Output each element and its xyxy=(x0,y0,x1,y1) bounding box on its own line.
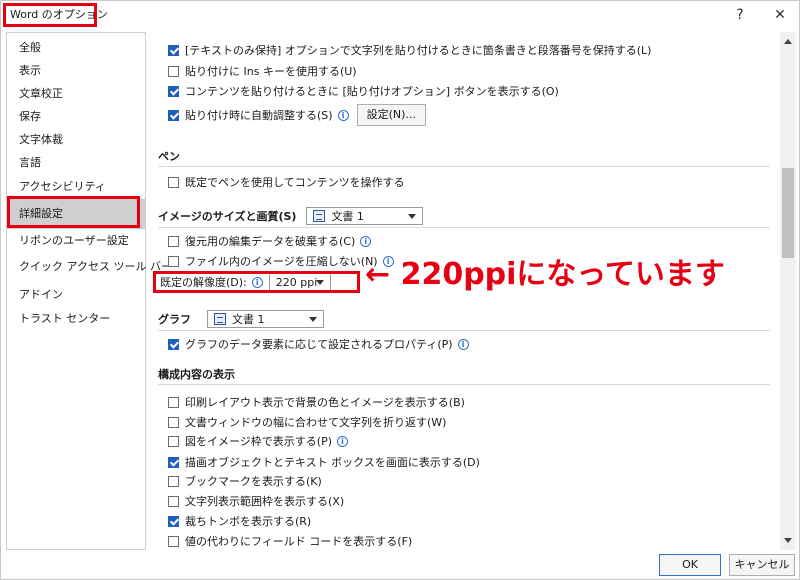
option-label: コンテンツを貼り付けるときに [貼り付けオプション] ボタンを表示する(O) xyxy=(185,85,559,98)
section-heading-pen: ペン xyxy=(158,150,180,163)
option-label: 文書ウィンドウの幅に合わせて文字列を折り返す(W) xyxy=(185,416,447,429)
option-label: 貼り付け時に自動調整する(S) xyxy=(185,109,333,122)
scrollbar-thumb[interactable] xyxy=(782,168,794,258)
graph-document-dropdown[interactable]: 文書 1 xyxy=(207,310,324,328)
sidebar-item-save[interactable]: 保存 xyxy=(7,105,145,128)
cancel-button[interactable]: キャンセル xyxy=(729,554,795,576)
info-icon: i xyxy=(337,435,348,447)
sidebar-item-general[interactable]: 全般 xyxy=(7,36,145,59)
section-divider xyxy=(158,330,770,331)
word-document-icon xyxy=(313,210,326,222)
option-drawings-textboxes[interactable]: 描画オブジェクトとテキスト ボックスを画面に表示する(D) xyxy=(168,453,480,471)
option-wrap-text[interactable]: 文書ウィンドウの幅に合わせて文字列を折り返す(W) xyxy=(168,413,446,431)
sidebar-item-typography[interactable]: 文字体裁 xyxy=(7,128,145,151)
info-icon: i xyxy=(360,235,372,247)
checkbox[interactable] xyxy=(168,235,179,247)
settings-button[interactable]: 設定(N)... xyxy=(356,104,426,126)
checkbox[interactable] xyxy=(168,416,179,428)
option-label: ブックマークを表示する(K) xyxy=(185,475,322,488)
checkbox[interactable] xyxy=(168,176,179,188)
section-heading-label: グラフ xyxy=(158,313,191,326)
option-show-paste-button[interactable]: コンテンツを貼り付けるときに [貼り付けオプション] ボタンを表示する(O) xyxy=(168,82,559,100)
image-size-document-dropdown[interactable]: 文書 1 xyxy=(306,207,424,225)
chevron-down-icon xyxy=(408,214,417,219)
option-label: 値の代わりにフィールド コードを表示する(F) xyxy=(185,535,413,548)
option-label: [テキストのみ保持] オプションで文字列を貼り付けるときに箇条書きと段落番号を保… xyxy=(185,44,652,57)
option-text-boundaries[interactable]: 文字列表示範囲枠を表示する(X) xyxy=(168,492,344,510)
sidebar-item-quick-access-toolbar[interactable]: クイック アクセス ツール バー xyxy=(7,255,172,278)
section-heading-graph: グラフ 文書 1 xyxy=(158,310,324,328)
option-label: 裁ちトンボを表示する(R) xyxy=(185,515,312,528)
checkbox[interactable] xyxy=(168,255,179,267)
sidebar-item-display[interactable]: 表示 xyxy=(7,59,145,82)
option-auto-adjust[interactable]: 貼り付け時に自動調整する(S) i 設定(N)... xyxy=(168,104,426,126)
section-divider xyxy=(158,384,770,385)
dialog-title: Word のオプション xyxy=(3,3,108,27)
option-ins-key[interactable]: 貼り付けに Ins キーを使用する(U) xyxy=(168,62,357,80)
option-label: 貼り付けに Ins キーを使用する(U) xyxy=(185,65,357,78)
option-bookmarks[interactable]: ブックマークを表示する(K) xyxy=(168,472,322,490)
checkbox[interactable] xyxy=(168,495,179,507)
option-label: 復元用の編集データを破棄する(C) xyxy=(185,235,356,248)
info-icon: i xyxy=(337,109,349,121)
scroll-down-icon[interactable] xyxy=(780,532,796,548)
dropdown-value: 文書 1 xyxy=(232,313,265,326)
checkbox[interactable] xyxy=(168,396,179,408)
section-divider xyxy=(158,166,770,167)
option-print-bg[interactable]: 印刷レイアウト表示で背景の色とイメージを表示する(B) xyxy=(168,393,465,411)
advanced-highlight-box xyxy=(7,196,140,228)
checkbox[interactable] xyxy=(168,338,179,350)
sidebar-item-language[interactable]: 言語 xyxy=(7,151,145,174)
checkbox[interactable] xyxy=(168,535,179,547)
option-picture-placeholders[interactable]: 図をイメージ枠で表示する(P) i xyxy=(168,432,348,450)
option-label: 文字列表示範囲枠を表示する(X) xyxy=(185,495,345,508)
help-button[interactable]: ? xyxy=(728,5,752,27)
option-use-pen[interactable]: 既定でペンを使用してコンテンツを操作する xyxy=(168,173,405,191)
word-document-icon xyxy=(214,313,226,325)
option-crop-marks[interactable]: 裁ちトンボを表示する(R) xyxy=(168,512,311,530)
annotation-callout: ← 220ppiになっています xyxy=(365,257,725,292)
option-no-compress[interactable]: ファイル内のイメージを圧縮しない(N) i xyxy=(168,252,394,270)
checkbox[interactable] xyxy=(168,44,179,56)
resolution-highlight-box xyxy=(153,271,360,293)
option-label: 印刷レイアウト表示で背景の色とイメージを表示する(B) xyxy=(185,396,465,409)
option-label: 既定でペンを使用してコンテンツを操作する xyxy=(185,176,405,189)
ok-button[interactable]: OK xyxy=(659,554,721,576)
word-options-dialog: Word のオプション ? ✕ 全般 表示 文章校正 保存 文字体裁 言語 アク… xyxy=(0,0,800,580)
sidebar-item-proofing[interactable]: 文章校正 xyxy=(7,82,145,105)
section-divider xyxy=(158,227,770,228)
option-discard-edit-data[interactable]: 復元用の編集データを破棄する(C) i xyxy=(168,232,372,250)
close-button[interactable]: ✕ xyxy=(768,5,792,27)
section-heading-image-size: イメージのサイズと画質(S) 文書 1 xyxy=(158,207,424,225)
sidebar-item-customize-ribbon[interactable]: リボンのユーザー設定 xyxy=(7,229,145,252)
info-icon: i xyxy=(457,338,469,350)
option-keep-bullets[interactable]: [テキストのみ保持] オプションで文字列を貼り付けるときに箇条書きと段落番号を保… xyxy=(168,41,651,59)
section-heading-label: イメージのサイズと画質(S) xyxy=(158,210,297,223)
sidebar-item-trust-center[interactable]: トラスト センター xyxy=(7,307,145,330)
checkbox[interactable] xyxy=(168,435,179,447)
checkbox[interactable] xyxy=(168,109,179,121)
checkbox[interactable] xyxy=(168,475,179,487)
option-label: 描画オブジェクトとテキスト ボックスを画面に表示する(D) xyxy=(185,456,480,469)
option-label: ファイル内のイメージを圧縮しない(N) xyxy=(185,255,378,268)
checkbox[interactable] xyxy=(168,515,179,527)
chevron-down-icon xyxy=(309,317,317,322)
sidebar-item-addins[interactable]: アドイン xyxy=(7,283,145,306)
checkbox[interactable] xyxy=(168,456,179,468)
sidebar-item-accessibility[interactable]: アクセシビリティ xyxy=(7,175,145,198)
vertical-scrollbar[interactable] xyxy=(780,32,796,550)
scroll-up-icon[interactable] xyxy=(780,34,796,50)
option-field-codes[interactable]: 値の代わりにフィールド コードを表示する(F) xyxy=(168,532,412,550)
section-heading-display: 構成内容の表示 xyxy=(158,368,235,381)
dropdown-value: 文書 1 xyxy=(331,210,364,223)
checkbox[interactable] xyxy=(168,85,179,97)
option-graph-properties[interactable]: グラフのデータ要素に応じて設定されるプロパティ(P) i xyxy=(168,335,469,353)
title-bar: Word のオプション ? ✕ xyxy=(1,1,800,31)
checkbox[interactable] xyxy=(168,65,179,77)
option-label: グラフのデータ要素に応じて設定されるプロパティ(P) xyxy=(185,338,453,351)
category-sidebar: 全般 表示 文章校正 保存 文字体裁 言語 アクセシビリティ 詳細設定 リボンの… xyxy=(6,32,172,550)
option-label: 図をイメージ枠で表示する(P) xyxy=(185,435,332,448)
